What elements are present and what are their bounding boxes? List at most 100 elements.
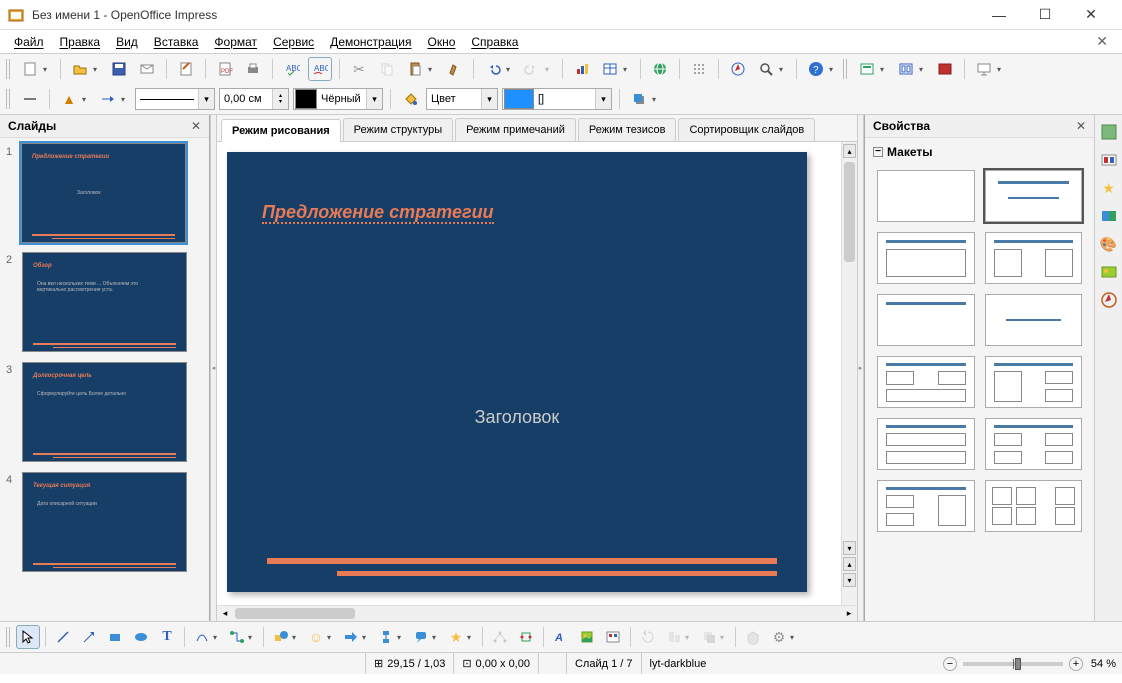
- open-dropdown[interactable]: ▾: [93, 65, 103, 74]
- line-width-input[interactable]: 0,00 см▴▾: [219, 88, 289, 110]
- save-icon[interactable]: [107, 57, 131, 81]
- new-doc-dropdown[interactable]: ▾: [43, 65, 53, 74]
- toolbar-grip[interactable]: [6, 59, 12, 79]
- layout-title-left2[interactable]: [877, 480, 975, 532]
- redo-dropdown[interactable]: ▾: [545, 65, 555, 74]
- line-ends-dropdown[interactable]: ▾: [82, 95, 92, 104]
- toolbar2-grip[interactable]: [6, 89, 12, 109]
- chart-icon[interactable]: [570, 57, 594, 81]
- print-icon[interactable]: [241, 57, 265, 81]
- layout-title-only[interactable]: [877, 294, 975, 346]
- sidebar-styles-icon[interactable]: 🎨: [1098, 233, 1120, 255]
- draw-toolbar-grip[interactable]: [6, 627, 12, 647]
- minimize-button[interactable]: —: [976, 0, 1022, 30]
- layout-title[interactable]: [985, 170, 1083, 222]
- zoom-out-button[interactable]: −: [943, 657, 957, 671]
- layout-title-1over2[interactable]: [985, 356, 1083, 408]
- redo-icon[interactable]: [520, 57, 544, 81]
- tab-notes[interactable]: Режим примечаний: [455, 118, 576, 141]
- slides-list[interactable]: 1 Предложение стратегии Заголовок 2 Обзо…: [0, 138, 209, 621]
- flowchart-icon[interactable]: [374, 625, 398, 649]
- sidebar-master-icon[interactable]: [1098, 149, 1120, 171]
- layout-title-2row[interactable]: [877, 418, 975, 470]
- help-icon[interactable]: ?: [804, 57, 828, 81]
- layout-title-4content[interactable]: [985, 418, 1083, 470]
- maximize-button[interactable]: ☐: [1022, 0, 1068, 30]
- basic-shapes-icon[interactable]: [269, 625, 293, 649]
- grid-icon[interactable]: [687, 57, 711, 81]
- slides-panel-close-icon[interactable]: ✕: [191, 119, 201, 133]
- ellipse-tool-icon[interactable]: [129, 625, 153, 649]
- close-button[interactable]: ✕: [1068, 0, 1114, 30]
- sidebar-navigator-icon[interactable]: [1098, 289, 1120, 311]
- horizontal-scrollbar[interactable]: ◂ ▸: [217, 605, 857, 621]
- export-pdf-icon[interactable]: PDF: [213, 57, 237, 81]
- callouts-icon[interactable]: [409, 625, 433, 649]
- line-ends-icon[interactable]: ▲: [57, 87, 81, 111]
- symbol-shapes-icon[interactable]: ☺: [304, 625, 328, 649]
- layout-title-2content[interactable]: [985, 232, 1083, 284]
- slide-design-icon[interactable]: [855, 57, 879, 81]
- slide-subtitle[interactable]: Заголовок: [475, 407, 560, 428]
- splitter-left[interactable]: ◂: [210, 115, 217, 621]
- text-tool-icon[interactable]: T: [155, 625, 179, 649]
- vertical-scrollbar[interactable]: ▴ ▾ ▴ ▾: [841, 142, 857, 605]
- stars-icon[interactable]: ★: [444, 625, 468, 649]
- sidebar-transition-icon[interactable]: [1098, 205, 1120, 227]
- slide-canvas[interactable]: Предложение стратегии Заголовок: [227, 152, 807, 592]
- new-doc-icon[interactable]: [18, 57, 42, 81]
- paste-dropdown[interactable]: ▾: [428, 65, 438, 74]
- menu-tools[interactable]: Сервис: [265, 33, 322, 51]
- hyperlink-icon[interactable]: [648, 57, 672, 81]
- paste-icon[interactable]: [403, 57, 427, 81]
- slide-thumb-3[interactable]: 3 Долгосрочная цель Сформулируйте цель Б…: [6, 362, 203, 462]
- slide-thumb-4[interactable]: 4 Текущая ситуация Дата описарной ситуац…: [6, 472, 203, 572]
- points-tool-icon[interactable]: [488, 625, 512, 649]
- arrange-icon[interactable]: [697, 625, 721, 649]
- fill-bucket-icon[interactable]: [398, 87, 422, 111]
- splitter-right[interactable]: ▸: [857, 115, 864, 621]
- menu-window[interactable]: Окно: [419, 33, 463, 51]
- menu-view[interactable]: Вид: [108, 33, 146, 51]
- arrow-style-icon[interactable]: [18, 87, 42, 111]
- line-arrow-icon[interactable]: [96, 87, 120, 111]
- menu-insert[interactable]: Вставка: [146, 33, 207, 51]
- layout-title-2over1[interactable]: [877, 356, 975, 408]
- menu-format[interactable]: Формат: [206, 33, 265, 51]
- edit-icon[interactable]: [174, 57, 198, 81]
- fill-type-select[interactable]: Цвет▾: [426, 88, 498, 110]
- gallery-icon[interactable]: [601, 625, 625, 649]
- slide-layout-icon[interactable]: [894, 57, 918, 81]
- toolbar1b-overflow[interactable]: ▾: [997, 65, 1007, 74]
- line-arrow-dropdown[interactable]: ▾: [121, 95, 131, 104]
- fontwork-icon[interactable]: A: [549, 625, 573, 649]
- rotate-icon[interactable]: [636, 625, 660, 649]
- toolbar2-overflow[interactable]: ▾: [652, 95, 662, 104]
- slide-thumb-1[interactable]: 1 Предложение стратегии Заголовок: [6, 144, 203, 242]
- toolbar1-overflow[interactable]: ▾: [829, 65, 839, 74]
- align-icon[interactable]: [662, 625, 686, 649]
- open-icon[interactable]: [68, 57, 92, 81]
- line-tool-icon[interactable]: [51, 625, 75, 649]
- undo-dropdown[interactable]: ▾: [506, 65, 516, 74]
- menu-edit[interactable]: Правка: [52, 33, 109, 51]
- extrusion-icon[interactable]: [741, 625, 765, 649]
- interaction-icon[interactable]: ⚙: [767, 625, 791, 649]
- shadow-icon[interactable]: [627, 87, 651, 111]
- table-icon[interactable]: [598, 57, 622, 81]
- block-arrows-icon[interactable]: [339, 625, 363, 649]
- zoom-in-button[interactable]: +: [1069, 657, 1083, 671]
- navigator-icon[interactable]: [726, 57, 750, 81]
- layout-title-content[interactable]: [877, 232, 975, 284]
- sidebar-animation-icon[interactable]: ★: [1098, 177, 1120, 199]
- format-paintbrush-icon[interactable]: [442, 57, 466, 81]
- gluepoints-icon[interactable]: [514, 625, 538, 649]
- document-close-button[interactable]: ✕: [1088, 33, 1116, 50]
- cut-icon[interactable]: ✂: [347, 57, 371, 81]
- scrollbar-thumb[interactable]: [844, 162, 855, 262]
- from-file-icon[interactable]: [575, 625, 599, 649]
- properties-panel-close-icon[interactable]: ✕: [1076, 119, 1086, 133]
- email-icon[interactable]: [135, 57, 159, 81]
- draw-toolbar-overflow[interactable]: ▾: [790, 633, 800, 642]
- layout-blank[interactable]: [877, 170, 975, 222]
